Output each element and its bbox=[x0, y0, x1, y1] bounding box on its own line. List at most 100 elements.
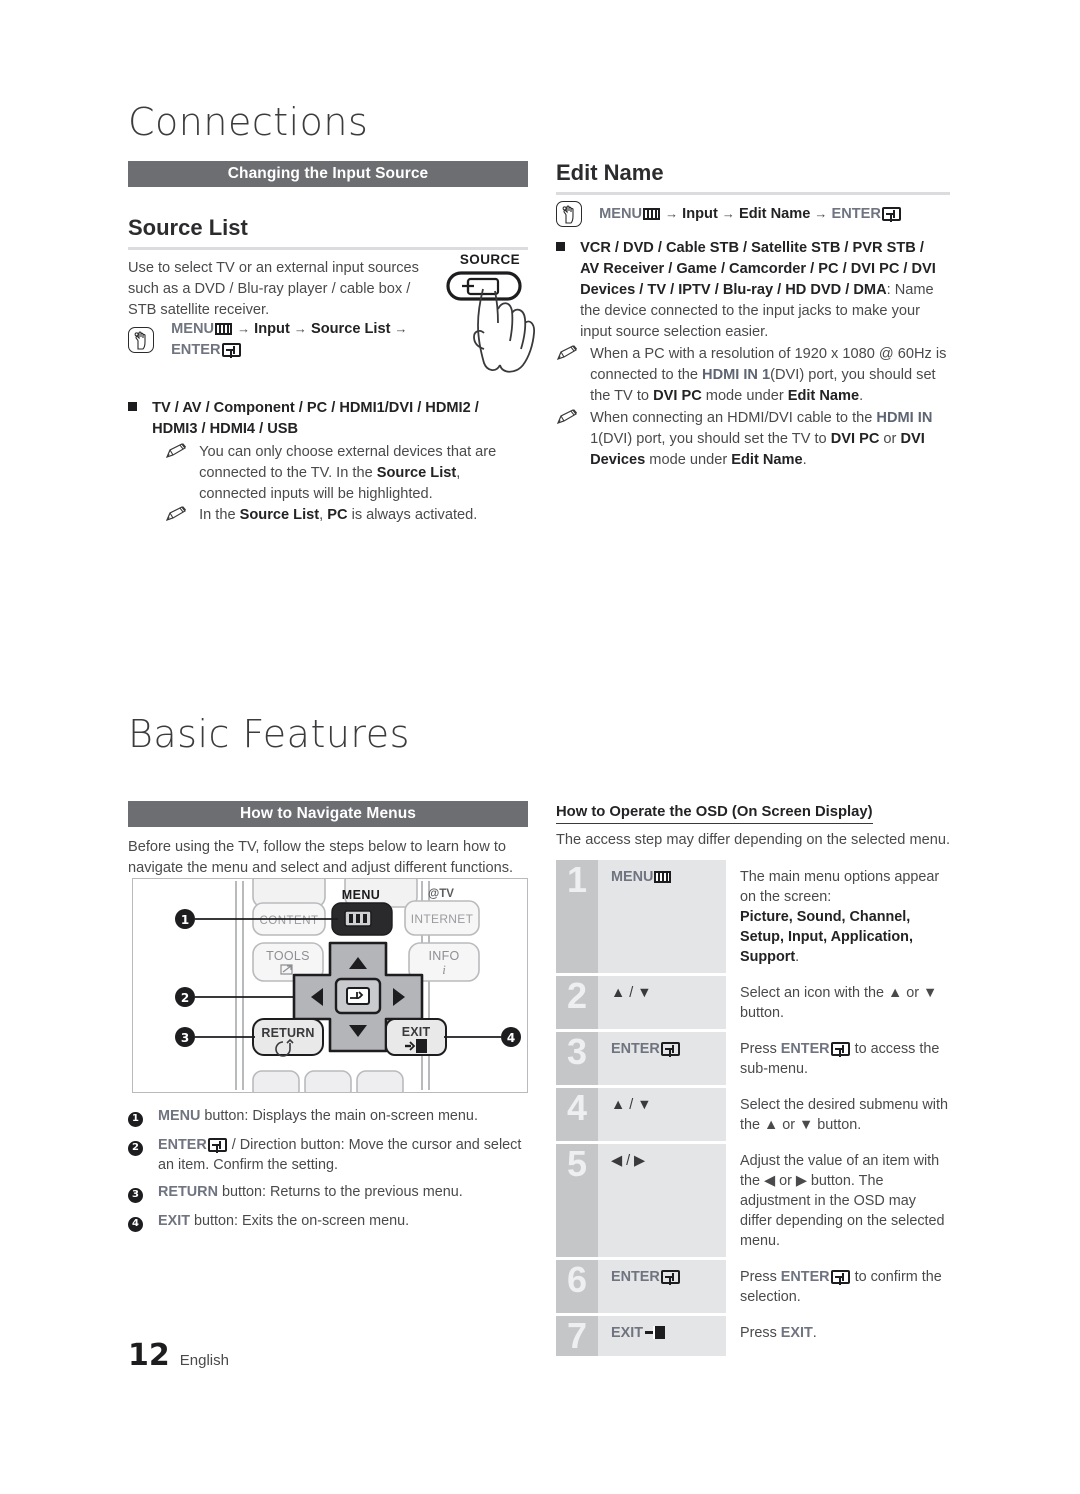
legend-item-1-text: MENU button: Displays the main on-screen… bbox=[158, 1106, 538, 1128]
source-inputs-bullet-row: TV / AV / Component / PC / HDMI1/DVI / H… bbox=[128, 398, 528, 440]
osd-step-key: ENTER bbox=[598, 1032, 726, 1085]
osd-step-description: Select the desired submenu with the ▲ or… bbox=[740, 1097, 948, 1133]
enter-icon bbox=[881, 207, 901, 221]
svg-text:CONTENT: CONTENT bbox=[259, 915, 318, 927]
legend-key-exit: EXIT bbox=[158, 1213, 190, 1229]
page-number: 12 bbox=[128, 1338, 170, 1373]
enter-icon bbox=[207, 1138, 227, 1152]
enter-key-label: ENTER bbox=[831, 206, 881, 222]
osd-row-7: 7 EXIT Press EXIT. bbox=[556, 1316, 950, 1356]
input-label: Input bbox=[254, 321, 290, 337]
enter-icon bbox=[830, 1270, 850, 1284]
osd-key-label: ENTER bbox=[611, 1269, 660, 1285]
svg-text:4: 4 bbox=[507, 1031, 515, 1045]
edit-name-devices-row: VCR / DVD / Cable STB / Satellite STB / … bbox=[556, 238, 950, 343]
enter-icon bbox=[660, 1042, 680, 1056]
osd-key-label: ENTER bbox=[611, 1041, 660, 1057]
footer-language: English bbox=[179, 1352, 229, 1369]
osd-step-key: EXIT bbox=[598, 1316, 726, 1356]
edit-name-menu-path: MENU → Input → Edit Name → ENTER bbox=[556, 201, 950, 227]
osd-row-2: 2 ▲ / ▼ Select an icon with the ▲ or ▼ b… bbox=[556, 976, 950, 1029]
svg-text:2: 2 bbox=[181, 991, 189, 1005]
osd-step-description: Select an icon with the ▲ or ▼ button. bbox=[740, 985, 938, 1021]
legend-item-2: 2 ENTER / Direction button: Move the cur… bbox=[128, 1135, 538, 1175]
remote-control-figure: CONTENT MENU @TV INTERNET TOOLS INFO i R… bbox=[132, 870, 528, 1100]
osd-row-1: 1 MENU The main menu options appear on t… bbox=[556, 860, 950, 973]
arrow-2: → bbox=[721, 206, 735, 221]
osd-step-number: 6 bbox=[556, 1260, 598, 1313]
source-note-1-row: You can only choose external devices tha… bbox=[165, 442, 505, 505]
menu-icon bbox=[643, 208, 661, 220]
exit-inline-label: EXIT bbox=[780, 1325, 813, 1341]
enter-icon bbox=[221, 343, 241, 357]
source-note-2: In the Source List, PC is always activat… bbox=[199, 507, 478, 523]
osd-desc-lead-1: The main menu options appear on the scre… bbox=[740, 869, 940, 905]
source-button-illustration: SOURCE bbox=[440, 252, 540, 382]
legend-item-4: 4 EXIT button: Exits the on-screen menu. bbox=[128, 1211, 538, 1233]
enter-icon bbox=[660, 1270, 680, 1284]
svg-text:RETURN: RETURN bbox=[261, 1026, 314, 1040]
edit-name-note-2-row: When connecting an HDMI/DVI cable to the… bbox=[556, 408, 950, 471]
osd-step-number: 1 bbox=[556, 860, 598, 973]
legend-item-1: 1 MENU button: Displays the main on-scre… bbox=[128, 1106, 538, 1128]
osd-step-number: 3 bbox=[556, 1032, 598, 1085]
osd-key-label: EXIT bbox=[611, 1325, 643, 1341]
osd-instructions-block: How to Operate the OSD (On Screen Displa… bbox=[556, 803, 950, 1359]
edit-name-note-1: When a PC with a resolution of 1920 x 10… bbox=[590, 346, 947, 404]
osd-step-description: Adjust the value of an item with the ◀ o… bbox=[740, 1153, 945, 1249]
legend-item-2-text: ENTER / Direction button: Move the curso… bbox=[158, 1135, 538, 1175]
source-note-1: You can only choose external devices tha… bbox=[199, 444, 497, 502]
osd-step-key: ◀ / ▶ bbox=[598, 1144, 726, 1257]
pencil-note-icon bbox=[556, 345, 578, 361]
navigate-menus-intro: Before using the TV, follow the steps be… bbox=[128, 839, 514, 876]
callout-marker-1: 1 bbox=[128, 1111, 143, 1127]
osd-row-4: 4 ▲ / ▼ Select the desired submenu with … bbox=[556, 1088, 950, 1141]
press-hand-icon bbox=[556, 201, 582, 227]
source-list-label: Source List bbox=[310, 321, 391, 337]
section-bar-how-to-navigate-menus: How to Navigate Menus bbox=[128, 801, 528, 827]
osd-row-5: 5 ◀ / ▶ Adjust the value of an item with… bbox=[556, 1144, 950, 1257]
legend-body-1: button: Displays the main on-screen menu… bbox=[200, 1108, 478, 1124]
callout-marker-4: 4 bbox=[128, 1216, 143, 1232]
osd-title: How to Operate the OSD (On Screen Displa… bbox=[556, 804, 873, 824]
menu-icon bbox=[654, 871, 672, 883]
osd-desc-tail-1: . bbox=[795, 949, 800, 965]
enter-icon bbox=[830, 1042, 850, 1056]
menu-key-label: MENU bbox=[599, 206, 643, 222]
osd-row-3: 3 ENTER Press ENTER to access the sub-me… bbox=[556, 1032, 950, 1085]
osd-step-key: ▲ / ▼ bbox=[598, 976, 726, 1029]
arrow-2: → bbox=[293, 321, 307, 336]
svg-text:INTERNET: INTERNET bbox=[411, 912, 474, 926]
legend-item-4-text: EXIT button: Exits the on-screen menu. bbox=[158, 1211, 538, 1233]
svg-text:1: 1 bbox=[181, 913, 189, 927]
square-bullet-icon bbox=[556, 242, 565, 251]
osd-key-label: MENU bbox=[611, 869, 654, 885]
osd-step-number: 2 bbox=[556, 976, 598, 1029]
source-button-label: SOURCE bbox=[459, 252, 521, 267]
remote-legend-list: 1 MENU button: Displays the main on-scre… bbox=[128, 1106, 538, 1240]
svg-text:3: 3 bbox=[181, 1031, 189, 1045]
osd-desc-bold-1: Picture, Sound, Channel, Setup, Input, A… bbox=[740, 909, 913, 965]
svg-text:EXIT: EXIT bbox=[402, 1025, 431, 1039]
menu-key-label: MENU bbox=[171, 321, 215, 337]
heading-source-list: Source List bbox=[128, 215, 528, 250]
legend-item-3-text: RETURN button: Returns to the previous m… bbox=[158, 1182, 538, 1204]
osd-step-key: ENTER bbox=[598, 1260, 726, 1313]
legend-key-return: RETURN bbox=[158, 1184, 218, 1200]
exit-icon bbox=[645, 1326, 665, 1339]
enter-key-label: ENTER bbox=[171, 342, 221, 358]
svg-text:INFO: INFO bbox=[428, 949, 459, 963]
legend-key-enter: ENTER bbox=[158, 1137, 207, 1153]
svg-text:i: i bbox=[442, 962, 446, 977]
osd-step-number: 7 bbox=[556, 1316, 598, 1356]
svg-text:@TV: @TV bbox=[428, 888, 454, 900]
osd-step-key: ▲ / ▼ bbox=[598, 1088, 726, 1141]
callout-marker-3: 3 bbox=[128, 1187, 143, 1203]
chapter-title-connections: Connections bbox=[128, 100, 369, 144]
osd-step-description: Press ENTER to confirm the selection. bbox=[740, 1269, 942, 1305]
osd-subtitle: The access step may differ depending on … bbox=[556, 832, 951, 848]
heading-edit-name: Edit Name bbox=[556, 160, 950, 195]
osd-step-description: Press ENTER to access the sub-menu. bbox=[740, 1041, 940, 1077]
pencil-note-icon bbox=[556, 409, 578, 425]
manual-page: Connections Changing the Input Source So… bbox=[0, 0, 1080, 1494]
